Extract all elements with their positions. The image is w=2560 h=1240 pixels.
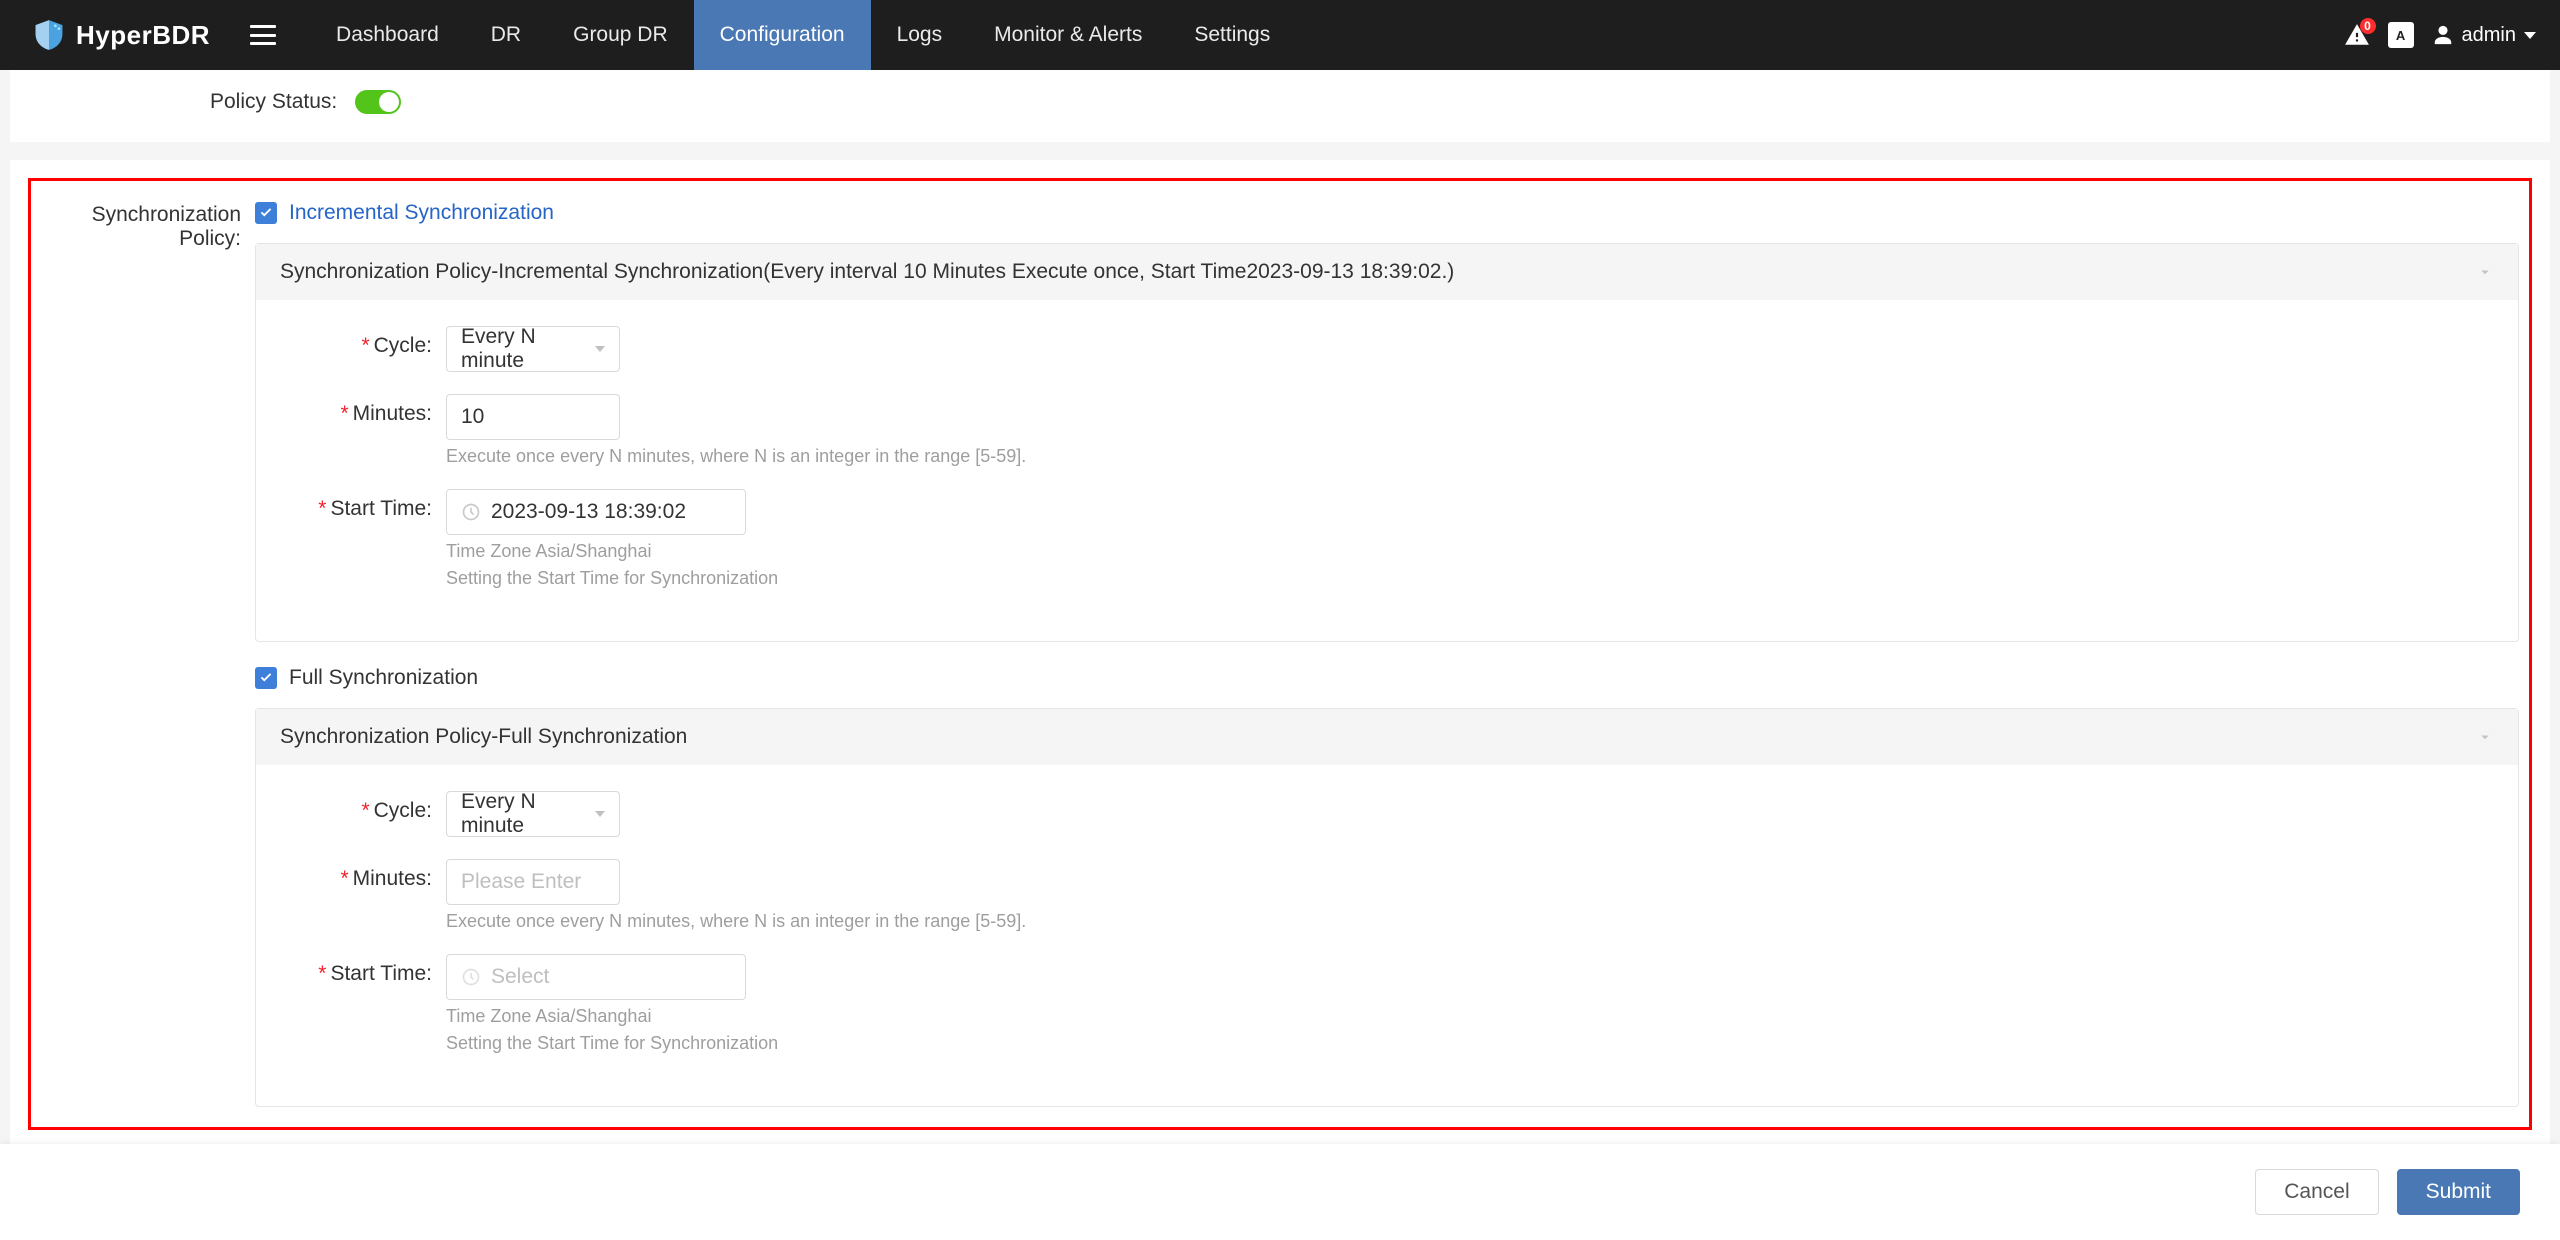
policy-status-label: Policy Status: xyxy=(210,90,337,114)
nav-logs[interactable]: Logs xyxy=(871,0,969,70)
incremental-sync-label: Incremental Synchronization xyxy=(289,201,554,225)
full-minutes-label: Minutes: xyxy=(353,867,432,890)
chevron-down-icon xyxy=(2476,728,2494,746)
clock-icon xyxy=(461,502,481,522)
clock-icon xyxy=(461,967,481,987)
sync-policy-card: Synchronization Policy: Incremental Sync… xyxy=(10,160,2550,1148)
full-cycle-select[interactable]: Every N minute xyxy=(446,791,620,837)
user-name: admin xyxy=(2462,24,2516,47)
incremental-accordion-title: Synchronization Policy-Incremental Synch… xyxy=(280,260,1454,284)
policy-status-toggle[interactable] xyxy=(355,90,401,114)
incremental-sync-checkbox[interactable] xyxy=(255,202,277,224)
full-start-helper: Setting the Start Time for Synchronizati… xyxy=(446,1033,778,1054)
alerts-icon[interactable]: 0 xyxy=(2344,22,2370,48)
caret-down-icon xyxy=(595,811,605,817)
hamburger-icon[interactable] xyxy=(250,25,276,45)
sync-policy-label: Synchronization Policy: xyxy=(41,201,255,1107)
full-cycle-value: Every N minute xyxy=(461,790,585,838)
full-sync-label: Full Synchronization xyxy=(289,666,478,690)
nav-monitor-alerts[interactable]: Monitor & Alerts xyxy=(968,0,1168,70)
inc-start-label: Start Time: xyxy=(330,497,432,520)
full-start-label: Start Time: xyxy=(330,962,432,985)
inc-minutes-label: Minutes: xyxy=(353,402,432,425)
inc-cycle-value: Every N minute xyxy=(461,325,585,373)
nav-dr[interactable]: DR xyxy=(465,0,547,70)
highlighted-region: Synchronization Policy: Incremental Sync… xyxy=(28,178,2532,1130)
full-accordion-header[interactable]: Synchronization Policy-Full Synchronizat… xyxy=(256,709,2518,765)
alerts-badge: 0 xyxy=(2360,18,2376,34)
brand-area: HyperBDR xyxy=(32,18,210,52)
chevron-down-icon xyxy=(2476,263,2494,281)
full-minutes-input-wrap xyxy=(446,859,620,905)
caret-down-icon xyxy=(595,346,605,352)
full-minutes-helper: Execute once every N minutes, where N is… xyxy=(446,911,1026,932)
user-menu[interactable]: admin xyxy=(2432,24,2536,47)
submit-button[interactable]: Submit xyxy=(2397,1169,2520,1215)
shield-icon xyxy=(32,18,66,52)
full-start-input-wrap[interactable] xyxy=(446,954,746,1000)
full-accordion-title: Synchronization Policy-Full Synchronizat… xyxy=(280,725,687,749)
nav-configuration[interactable]: Configuration xyxy=(694,0,871,70)
inc-cycle-label: Cycle: xyxy=(374,334,432,357)
header-right: 0 A admin xyxy=(2344,22,2536,48)
full-cycle-label: Cycle: xyxy=(374,799,432,822)
inc-cycle-select[interactable]: Every N minute xyxy=(446,326,620,372)
inc-minutes-input[interactable] xyxy=(461,405,605,429)
full-accordion: Synchronization Policy-Full Synchronizat… xyxy=(255,708,2519,1107)
caret-down-icon xyxy=(2524,32,2536,39)
inc-minutes-helper: Execute once every N minutes, where N is… xyxy=(446,446,1026,467)
full-minutes-input[interactable] xyxy=(461,870,605,894)
nav-group-dr[interactable]: Group DR xyxy=(547,0,694,70)
app-header: HyperBDR Dashboard DR Group DR Configura… xyxy=(0,0,2560,70)
nav-dashboard[interactable]: Dashboard xyxy=(310,0,465,70)
policy-status-card: Policy Status: xyxy=(10,70,2550,142)
nav-settings[interactable]: Settings xyxy=(1168,0,1296,70)
language-toggle[interactable]: A xyxy=(2388,22,2414,48)
full-start-input[interactable] xyxy=(491,965,731,989)
cancel-button[interactable]: Cancel xyxy=(2255,1169,2378,1215)
full-sync-checkbox-row: Full Synchronization xyxy=(255,666,2519,690)
inc-start-helper: Setting the Start Time for Synchronizati… xyxy=(446,568,778,589)
inc-start-input-wrap[interactable] xyxy=(446,489,746,535)
footer-actions: Cancel Submit xyxy=(0,1144,2560,1240)
full-sync-checkbox[interactable] xyxy=(255,667,277,689)
incremental-accordion: Synchronization Policy-Incremental Synch… xyxy=(255,243,2519,642)
inc-tz-helper: Time Zone Asia/Shanghai xyxy=(446,541,778,562)
inc-minutes-input-wrap xyxy=(446,394,620,440)
incremental-sync-checkbox-row: Incremental Synchronization xyxy=(255,201,2519,225)
user-icon xyxy=(2432,24,2454,46)
inc-start-input[interactable] xyxy=(491,500,731,524)
incremental-accordion-header[interactable]: Synchronization Policy-Incremental Synch… xyxy=(256,244,2518,300)
top-nav: Dashboard DR Group DR Configuration Logs… xyxy=(310,0,1296,70)
brand-title: HyperBDR xyxy=(76,20,210,51)
full-tz-helper: Time Zone Asia/Shanghai xyxy=(446,1006,778,1027)
